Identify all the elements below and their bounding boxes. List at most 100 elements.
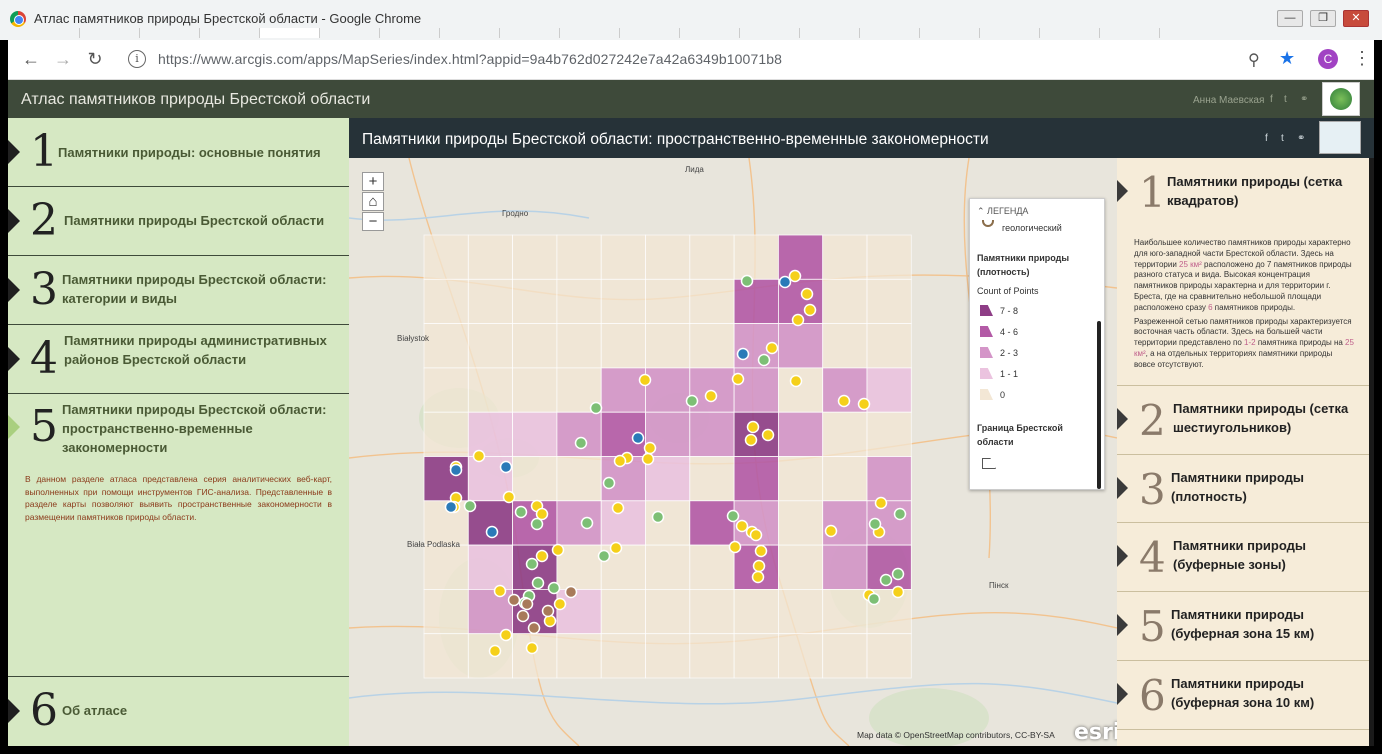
tab[interactable] — [560, 28, 620, 38]
close-button[interactable]: ✕ — [1343, 10, 1369, 27]
legend-geological-label: геологический — [1002, 223, 1062, 233]
right-nav-item-2[interactable]: 2 Памятники природы (сетка шестиугольник… — [1117, 386, 1369, 455]
arrow-icon — [8, 699, 20, 723]
tab[interactable] — [320, 28, 380, 38]
yellow-monument-marker — [543, 614, 557, 628]
left-nav-item-6[interactable]: 6 Об атласе — [8, 676, 349, 746]
link-icon[interactable]: ⚭ — [1297, 133, 1305, 144]
tab[interactable] — [800, 28, 860, 38]
zoom-icon[interactable]: ⚲ — [1248, 50, 1260, 70]
tab[interactable] — [1040, 28, 1100, 38]
yellow-monument-marker — [553, 597, 567, 611]
menu-icon[interactable]: ⋮ — [1353, 48, 1371, 69]
yellow-monument-marker — [735, 519, 749, 533]
yellow-monument-marker — [525, 641, 539, 655]
right-nav-item-6[interactable]: 6 Памятники природы (буферная зона 10 км… — [1117, 661, 1369, 730]
item-number: 3 — [1139, 465, 1166, 514]
right-nav-item-1[interactable]: 1 Памятники природы (сетка квадратов) На… — [1117, 158, 1369, 386]
twitter-icon[interactable]: t — [1281, 133, 1284, 144]
legend-header[interactable]: ⌃ ЛЕГЕНДА — [977, 206, 1028, 217]
maximize-button[interactable]: ❐ — [1310, 10, 1336, 27]
link-icon[interactable]: ⚭ — [1300, 94, 1308, 105]
yellow-monument-marker — [788, 269, 802, 283]
tab[interactable] — [80, 28, 140, 38]
grid-cell — [512, 411, 558, 457]
grid-cell — [645, 500, 691, 546]
tab[interactable] — [620, 28, 680, 38]
grid-cell — [777, 323, 824, 369]
tab[interactable] — [1100, 28, 1160, 38]
grid-cell — [777, 411, 824, 457]
tab[interactable] — [500, 28, 560, 38]
tab[interactable] — [200, 28, 260, 38]
item-label: Памятники природы (плотность) — [1171, 470, 1304, 504]
left-nav-item-5[interactable]: 5 Памятники природы Брестской области: п… — [8, 394, 349, 694]
tab[interactable] — [740, 28, 800, 38]
yellow-monument-marker — [824, 524, 838, 538]
tab[interactable] — [20, 28, 80, 38]
left-nav-item-2[interactable]: 2 Памятники природы Брестской области — [8, 187, 349, 256]
green-monument-marker — [602, 476, 616, 490]
yellow-monument-marker — [874, 496, 888, 510]
left-nav-item-1[interactable]: 1 Памятники природы: основные понятия — [8, 118, 349, 187]
tab[interactable] — [140, 28, 200, 38]
tab[interactable] — [440, 28, 500, 38]
grid-cell — [733, 234, 779, 280]
profile-avatar[interactable]: C — [1318, 49, 1338, 69]
web-map[interactable]: Лида Гродно Białystok Biała Podlaska Пінск +… — [349, 158, 1117, 746]
app-title: Атлас памятников природы Брестской облас… — [21, 91, 371, 108]
arrow-icon — [8, 209, 20, 233]
legend-header-label: ЛЕГЕНДА — [987, 206, 1029, 216]
grid-cell — [733, 633, 779, 679]
green-monument-marker — [525, 557, 539, 571]
right-nav-item-3[interactable]: 3 Памятники природы (плотность) — [1117, 455, 1369, 523]
twitter-icon[interactable]: t — [1284, 94, 1287, 105]
left-nav-item-4[interactable]: 4 Памятники природы административных рай… — [8, 325, 349, 394]
zoom-in-button[interactable]: + — [362, 172, 384, 191]
legend-scrollbar[interactable] — [1097, 321, 1101, 489]
facebook-icon[interactable]: f — [1265, 133, 1268, 144]
grid-cell — [423, 234, 469, 280]
tab[interactable] — [980, 28, 1040, 38]
tab[interactable] — [860, 28, 920, 38]
forward-icon[interactable]: → — [52, 49, 74, 70]
facebook-icon[interactable]: f — [1270, 94, 1273, 105]
grid-cell — [822, 278, 868, 325]
left-nav-panel: 1 Памятники природы: основные понятия 2 … — [8, 118, 349, 746]
minimize-button[interactable]: — — [1277, 10, 1303, 27]
left-nav-item-3[interactable]: 3 Памятники природы Брестской области: к… — [8, 256, 349, 325]
home-button[interactable]: ⌂ — [362, 192, 384, 211]
item-label: Памятники природы (буферная зона 15 км) — [1171, 607, 1315, 641]
tab[interactable] — [680, 28, 740, 38]
bookmark-star-icon[interactable]: ★ — [1279, 48, 1295, 69]
grid-cell — [645, 633, 691, 679]
site-info-icon[interactable]: i — [128, 50, 146, 68]
highlight: 1-2 — [1244, 338, 1256, 348]
url-field[interactable]: https://www.arcgis.com/apps/MapSeries/in… — [158, 51, 782, 67]
place-label: Гродно — [502, 209, 529, 218]
yellow-monument-marker — [857, 397, 871, 411]
right-panel-scrollbar[interactable] — [1369, 158, 1374, 746]
map-attribution: Map data © OpenStreetMap contributors, C… — [857, 730, 1055, 740]
tab-active[interactable] — [260, 28, 320, 38]
right-nav-item-4[interactable]: 4 Памятники природы (буферные зоны) — [1117, 523, 1369, 592]
zoom-out-button[interactable]: − — [362, 212, 384, 231]
map-area: Памятники природы Брестской области: про… — [349, 118, 1374, 746]
grid-cell — [689, 323, 735, 369]
tab[interactable] — [920, 28, 980, 38]
green-monument-marker — [868, 517, 882, 531]
legend-class-label: 4 - 6 — [1000, 327, 1019, 337]
tab[interactable] — [380, 28, 440, 38]
grid-cell — [866, 278, 912, 325]
yellow-monument-marker — [704, 389, 718, 403]
right-nav-item-5[interactable]: 5 Памятники природы (буферная зона 15 км… — [1117, 592, 1369, 661]
tab-strip[interactable] — [0, 26, 1382, 40]
legend-panel: ⌃ ЛЕГЕНДА геологический Памятники природ… — [969, 198, 1105, 490]
title-bar: Атлас памятников природы Брестской облас… — [0, 0, 1382, 40]
esri-logo: esri — [1074, 720, 1117, 745]
reload-icon[interactable]: ↻ — [84, 49, 106, 70]
back-icon[interactable]: ← — [20, 49, 42, 70]
yellow-monument-marker — [800, 287, 814, 301]
grid-cell — [645, 278, 691, 325]
yellow-monument-marker — [803, 303, 817, 317]
